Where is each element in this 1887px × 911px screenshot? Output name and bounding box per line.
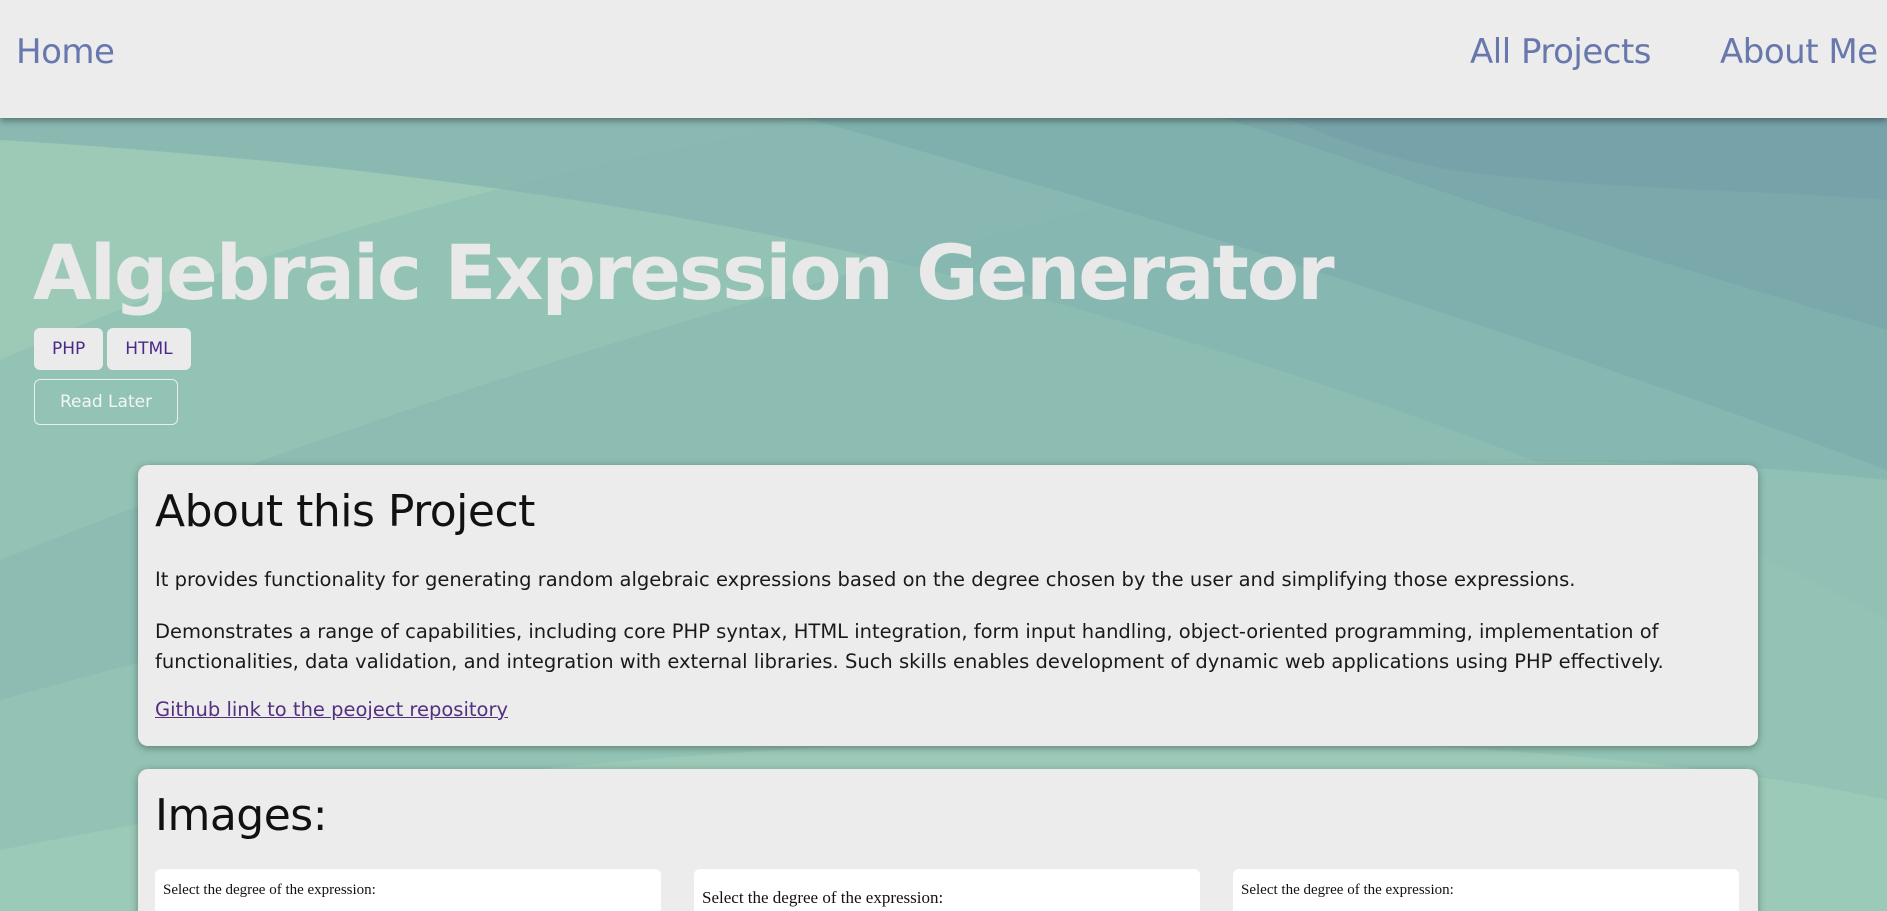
about-project-card: About this Project It provides functiona… bbox=[138, 465, 1758, 746]
thumbnail-caption: Select the degree of the expression: bbox=[1241, 882, 1454, 898]
nav-home-link[interactable]: Home bbox=[16, 32, 115, 72]
nav-all-projects-link[interactable]: All Projects bbox=[1470, 32, 1652, 72]
tag-php: PHP bbox=[34, 328, 104, 370]
nav-about-me-link[interactable]: About Me bbox=[1720, 32, 1878, 72]
tag-html: HTML bbox=[107, 328, 191, 370]
about-paragraph-1: It provides functionality for generating… bbox=[155, 568, 1576, 591]
screenshot-thumbnail[interactable]: Select the degree of the expression: bbox=[1233, 869, 1739, 911]
top-navbar: Home All Projects About Me bbox=[0, 0, 1887, 118]
thumbnail-caption: Select the degree of the expression: bbox=[163, 882, 376, 898]
about-heading: About this Project bbox=[155, 486, 535, 537]
screenshot-thumbnail[interactable]: Select the degree of the expression: bbox=[155, 869, 661, 911]
tech-tags: PHP HTML bbox=[34, 328, 191, 370]
github-repo-link[interactable]: Github link to the peoject repository bbox=[155, 698, 508, 721]
images-card: Images: Select the degree of the express… bbox=[138, 769, 1758, 911]
images-heading: Images: bbox=[155, 790, 328, 841]
read-later-button[interactable]: Read Later bbox=[34, 379, 178, 425]
screenshot-thumbnail[interactable]: Select the degree of the expression: bbox=[694, 869, 1200, 911]
project-title: Algebraic Expression Generator bbox=[33, 228, 1335, 317]
thumbnail-caption: Select the degree of the expression: bbox=[702, 888, 944, 907]
about-paragraph-2: Demonstrates a range of capabilities, in… bbox=[155, 620, 1664, 673]
